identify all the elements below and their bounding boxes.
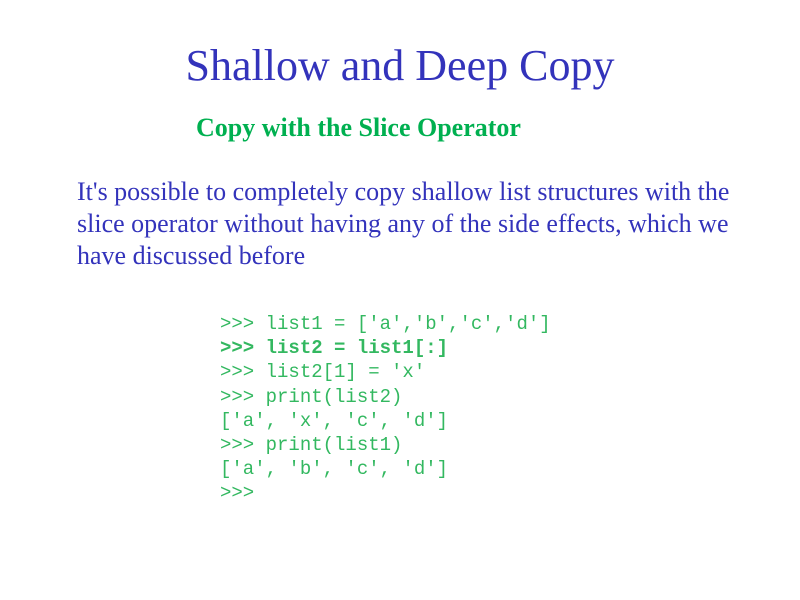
code-line: ['a', 'x', 'c', 'd'] bbox=[220, 409, 449, 432]
slide-title: Shallow and Deep Copy bbox=[185, 41, 615, 90]
code-line: >>> list2[1] = 'x' bbox=[220, 361, 426, 384]
code-line: >>> list1 = ['a','b','c','d'] bbox=[220, 313, 551, 335]
code-line: >>> bbox=[220, 482, 255, 505]
code-line: ['a', 'b', 'c', 'd'] bbox=[220, 458, 449, 481]
code-example: >>> list1 = ['a','b','c','d'] >>> list2 =… bbox=[220, 312, 551, 506]
code-line: >>> print(list2) bbox=[220, 385, 403, 408]
code-line: >>> print(list1) bbox=[220, 433, 403, 456]
code-line: >>> list2 = list1[:] bbox=[220, 337, 449, 360]
slide-body-text: It's possible to completely copy shallow… bbox=[77, 177, 730, 270]
slide-subtitle: Copy with the Slice Operator bbox=[196, 113, 521, 142]
